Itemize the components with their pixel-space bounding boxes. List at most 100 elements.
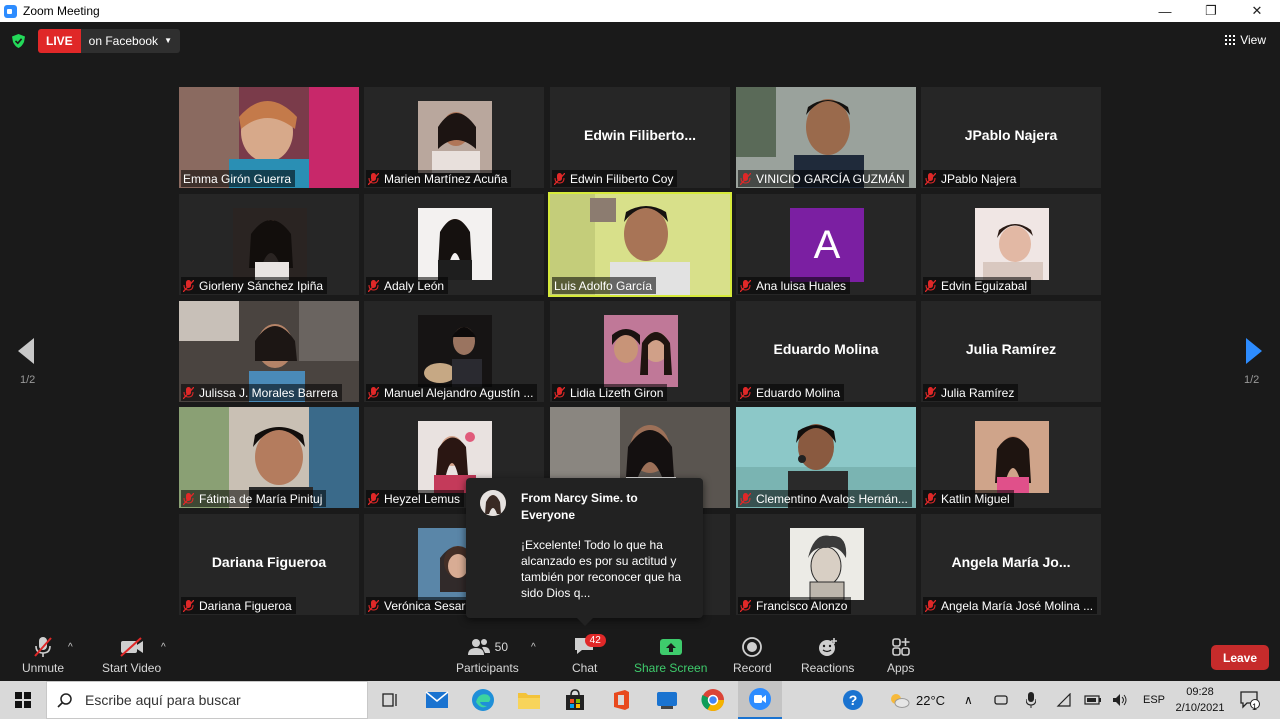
next-page-arrow-icon[interactable]	[1246, 338, 1262, 364]
audio-options-caret-icon[interactable]: ^	[68, 642, 73, 653]
participants-icon	[467, 639, 490, 655]
chat-notification-popup[interactable]: From Narcy Sime. to Everyone ¡Excelente!…	[466, 478, 703, 626]
participant-photo	[975, 421, 1049, 493]
participant-tile[interactable]: Marien Martínez Acuña	[364, 87, 544, 188]
chrome-icon[interactable]	[700, 687, 726, 713]
participant-name-label: Julissa J. Morales Barrera	[181, 384, 342, 401]
notification-count: 1	[1252, 702, 1258, 712]
participant-display-name: JPablo Najera	[964, 127, 1058, 143]
maximize-button[interactable]: ❐	[1188, 0, 1234, 22]
close-button[interactable]: ✕	[1234, 0, 1280, 22]
participant-tile[interactable]: Katlin Miguel	[921, 407, 1101, 508]
muted-mic-icon	[368, 279, 379, 292]
unmute-button[interactable]: Unmute	[22, 636, 64, 675]
participant-tile[interactable]: Giorleny Sánchez Ipiña	[179, 194, 359, 295]
input-language[interactable]: ESP	[1143, 681, 1165, 719]
participant-tile[interactable]: Fátima de María Pinituj	[179, 407, 359, 508]
taskbar-search-box[interactable]: Escribe aquí para buscar	[46, 681, 368, 719]
taskbar-clock[interactable]: 09:28 2/10/2021	[1174, 684, 1226, 716]
zoom-app: Zoom Meeting — ❐ ✕ LIVE on Facebook ▼ Vi…	[0, 0, 1280, 719]
participant-tile[interactable]: Emma Girón Guerra	[179, 87, 359, 188]
participant-tile[interactable]: Eduardo Molina Eduardo Molina	[736, 301, 916, 402]
show-hidden-icons-chevron-icon[interactable]: ∧	[964, 681, 973, 719]
task-view-icon[interactable]	[377, 687, 403, 713]
participants-label: Participants	[456, 661, 519, 675]
video-options-caret-icon[interactable]: ^	[161, 642, 166, 653]
participant-tile[interactable]: Lidia Lizeth Giron	[550, 301, 730, 402]
participant-tile[interactable]: Julissa J. Morales Barrera	[179, 301, 359, 402]
view-button[interactable]: View	[1225, 33, 1266, 47]
participant-photo	[790, 528, 864, 600]
participant-tile[interactable]: Edvin Eguizabal	[921, 194, 1101, 295]
muted-mic-icon	[183, 279, 194, 292]
zoom-taskbar-icon[interactable]	[738, 681, 782, 719]
battery-icon[interactable]	[1084, 681, 1102, 719]
record-button[interactable]: Record	[733, 636, 772, 675]
previous-page-arrow-icon[interactable]	[18, 338, 34, 364]
volume-icon[interactable]	[1112, 681, 1128, 719]
participant-tile[interactable]: Julia Ramírez Julia Ramírez	[921, 301, 1101, 402]
live-platform-dropdown[interactable]: on Facebook ▼	[80, 28, 180, 53]
participant-tile[interactable]: Clementino Avalos Hernán...	[736, 407, 916, 508]
participants-button[interactable]: 50 Participants	[456, 636, 519, 675]
participant-name-label: Dariana Figueroa	[181, 597, 296, 614]
wifi-icon[interactable]	[1056, 681, 1072, 719]
participant-tile[interactable]: A Ana luisa Huales	[736, 194, 916, 295]
muted-mic-icon	[925, 279, 936, 292]
start-video-button[interactable]: Start Video	[102, 636, 161, 675]
weather-widget[interactable]: 22°C	[888, 681, 945, 719]
leave-button[interactable]: Leave	[1211, 645, 1269, 670]
window-title-bar: Zoom Meeting — ❐ ✕	[0, 0, 1280, 22]
participant-tile-active-speaker[interactable]: Luis Adolfo García	[548, 192, 732, 297]
store-icon[interactable]	[562, 687, 588, 713]
help-icon[interactable]: ?	[840, 687, 866, 713]
chat-label: Chat	[572, 661, 598, 675]
record-icon	[742, 637, 763, 657]
windows-start-button[interactable]	[0, 681, 46, 719]
participant-tile[interactable]: JPablo Najera JPablo Najera	[921, 87, 1101, 188]
participant-tile[interactable]: Dariana Figueroa Dariana Figueroa	[179, 514, 359, 615]
muted-mic-icon	[740, 599, 751, 612]
participant-name-label: Eduardo Molina	[738, 384, 845, 401]
edge-browser-icon[interactable]	[470, 687, 496, 713]
reactions-button[interactable]: Reactions	[801, 636, 854, 675]
participant-tile[interactable]: Adaly León	[364, 194, 544, 295]
muted-mic-icon	[368, 599, 379, 612]
mail-icon[interactable]	[424, 687, 450, 713]
participant-tile[interactable]: Edwin Filiberto... Edwin Filiberto Coy	[550, 87, 730, 188]
minimize-button[interactable]: —	[1142, 0, 1188, 22]
participant-tile[interactable]: Francisco Alonzo	[736, 514, 916, 615]
share-screen-icon	[659, 639, 682, 655]
office-icon[interactable]	[608, 687, 634, 713]
zoom-app-icon	[4, 4, 17, 18]
participant-name-label: Fátima de María Pinituj	[181, 490, 327, 507]
page-indicator-left: 1/2	[20, 374, 36, 386]
sender-avatar	[480, 490, 506, 516]
weather-cloud-sun-icon	[891, 694, 910, 708]
participant-tile[interactable]: Manuel Alejandro Agustín ...	[364, 301, 544, 402]
notifications-icon[interactable]: 1	[1240, 681, 1260, 719]
participant-display-name: Angela María Jo...	[951, 554, 1071, 570]
participant-tile[interactable]: VINICIO GARCÍA GUZMÁN	[736, 87, 916, 188]
participant-photo	[975, 208, 1049, 280]
participant-tile[interactable]: Angela María Jo... Angela María José Mol…	[921, 514, 1101, 615]
microphone-icon[interactable]	[1026, 681, 1036, 719]
meet-now-icon[interactable]	[994, 681, 1008, 719]
participant-name-label: JPablo Najera	[923, 170, 1021, 187]
participant-name-label: Edwin Filiberto Coy	[552, 170, 678, 187]
participant-name-label: Giorleny Sánchez Ipiña	[181, 277, 328, 294]
teams-icon[interactable]	[654, 687, 680, 713]
svg-text:?: ?	[849, 692, 858, 708]
chat-button[interactable]: 42 Chat	[572, 634, 606, 675]
participants-options-caret-icon[interactable]: ^	[531, 642, 536, 653]
smiley-icon	[818, 638, 837, 656]
file-explorer-icon[interactable]	[516, 687, 542, 713]
muted-mic-icon	[740, 386, 751, 399]
participant-name-label: Adaly León	[366, 277, 449, 294]
share-screen-button[interactable]: Share Screen	[634, 636, 707, 675]
search-icon	[57, 693, 72, 708]
muted-mic-icon	[183, 599, 194, 612]
security-shield-icon[interactable]	[12, 34, 25, 48]
live-status[interactable]: LIVE on Facebook ▼	[38, 28, 180, 53]
apps-button[interactable]: Apps	[887, 636, 914, 675]
